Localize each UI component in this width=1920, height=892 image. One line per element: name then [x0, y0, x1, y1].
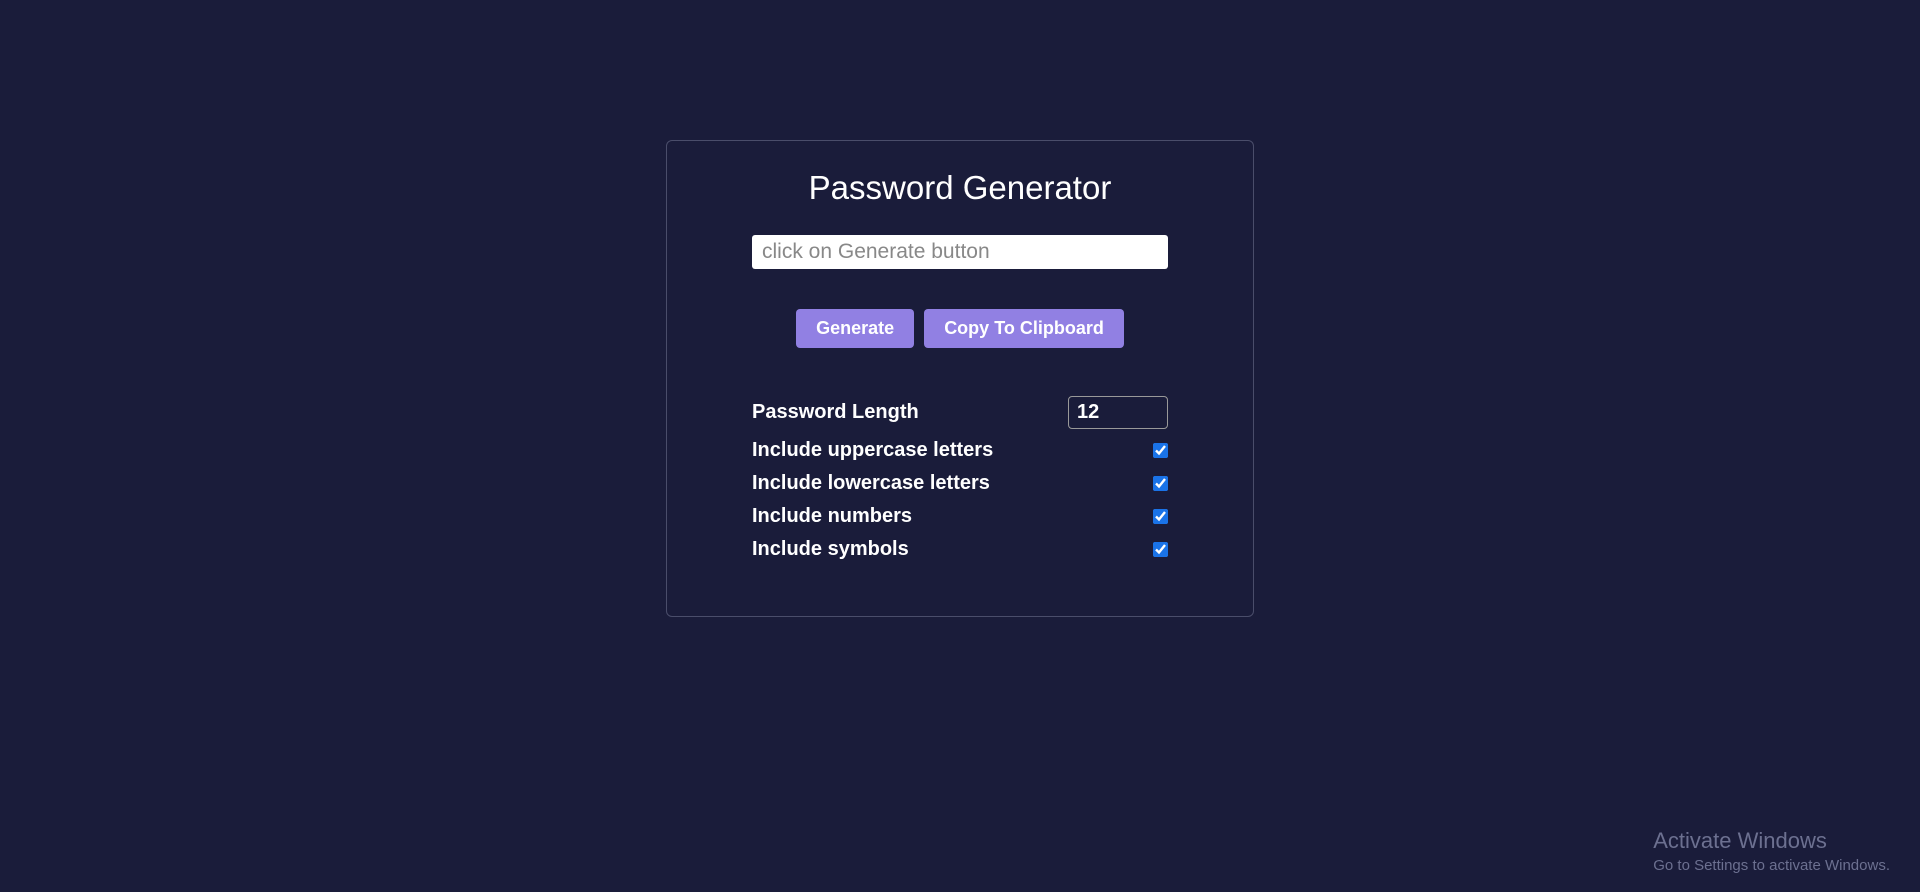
- uppercase-checkbox[interactable]: [1153, 443, 1168, 458]
- symbols-setting-row: Include symbols: [752, 538, 1168, 561]
- copy-button[interactable]: Copy To Clipboard: [924, 309, 1124, 348]
- lowercase-label: Include lowercase letters: [752, 472, 990, 495]
- generate-button[interactable]: Generate: [796, 309, 914, 348]
- password-generator-card: Password Generator Generate Copy To Clip…: [666, 140, 1254, 617]
- windows-watermark: Activate Windows Go to Settings to activ…: [1653, 828, 1890, 874]
- uppercase-setting-row: Include uppercase letters: [752, 439, 1168, 462]
- watermark-subtitle: Go to Settings to activate Windows.: [1653, 857, 1890, 874]
- symbols-label: Include symbols: [752, 538, 909, 561]
- button-row: Generate Copy To Clipboard: [796, 309, 1124, 348]
- numbers-setting-row: Include numbers: [752, 505, 1168, 528]
- uppercase-label: Include uppercase letters: [752, 439, 993, 462]
- numbers-checkbox[interactable]: [1153, 509, 1168, 524]
- lowercase-setting-row: Include lowercase letters: [752, 472, 1168, 495]
- password-output-field[interactable]: [752, 235, 1168, 269]
- length-label: Password Length: [752, 401, 919, 424]
- length-input[interactable]: [1068, 396, 1168, 429]
- settings-section: Password Length Include uppercase letter…: [752, 396, 1168, 561]
- length-setting-row: Password Length: [752, 396, 1168, 429]
- watermark-title: Activate Windows: [1653, 828, 1890, 854]
- page-title: Password Generator: [809, 169, 1112, 207]
- numbers-label: Include numbers: [752, 505, 912, 528]
- lowercase-checkbox[interactable]: [1153, 476, 1168, 491]
- symbols-checkbox[interactable]: [1153, 542, 1168, 557]
